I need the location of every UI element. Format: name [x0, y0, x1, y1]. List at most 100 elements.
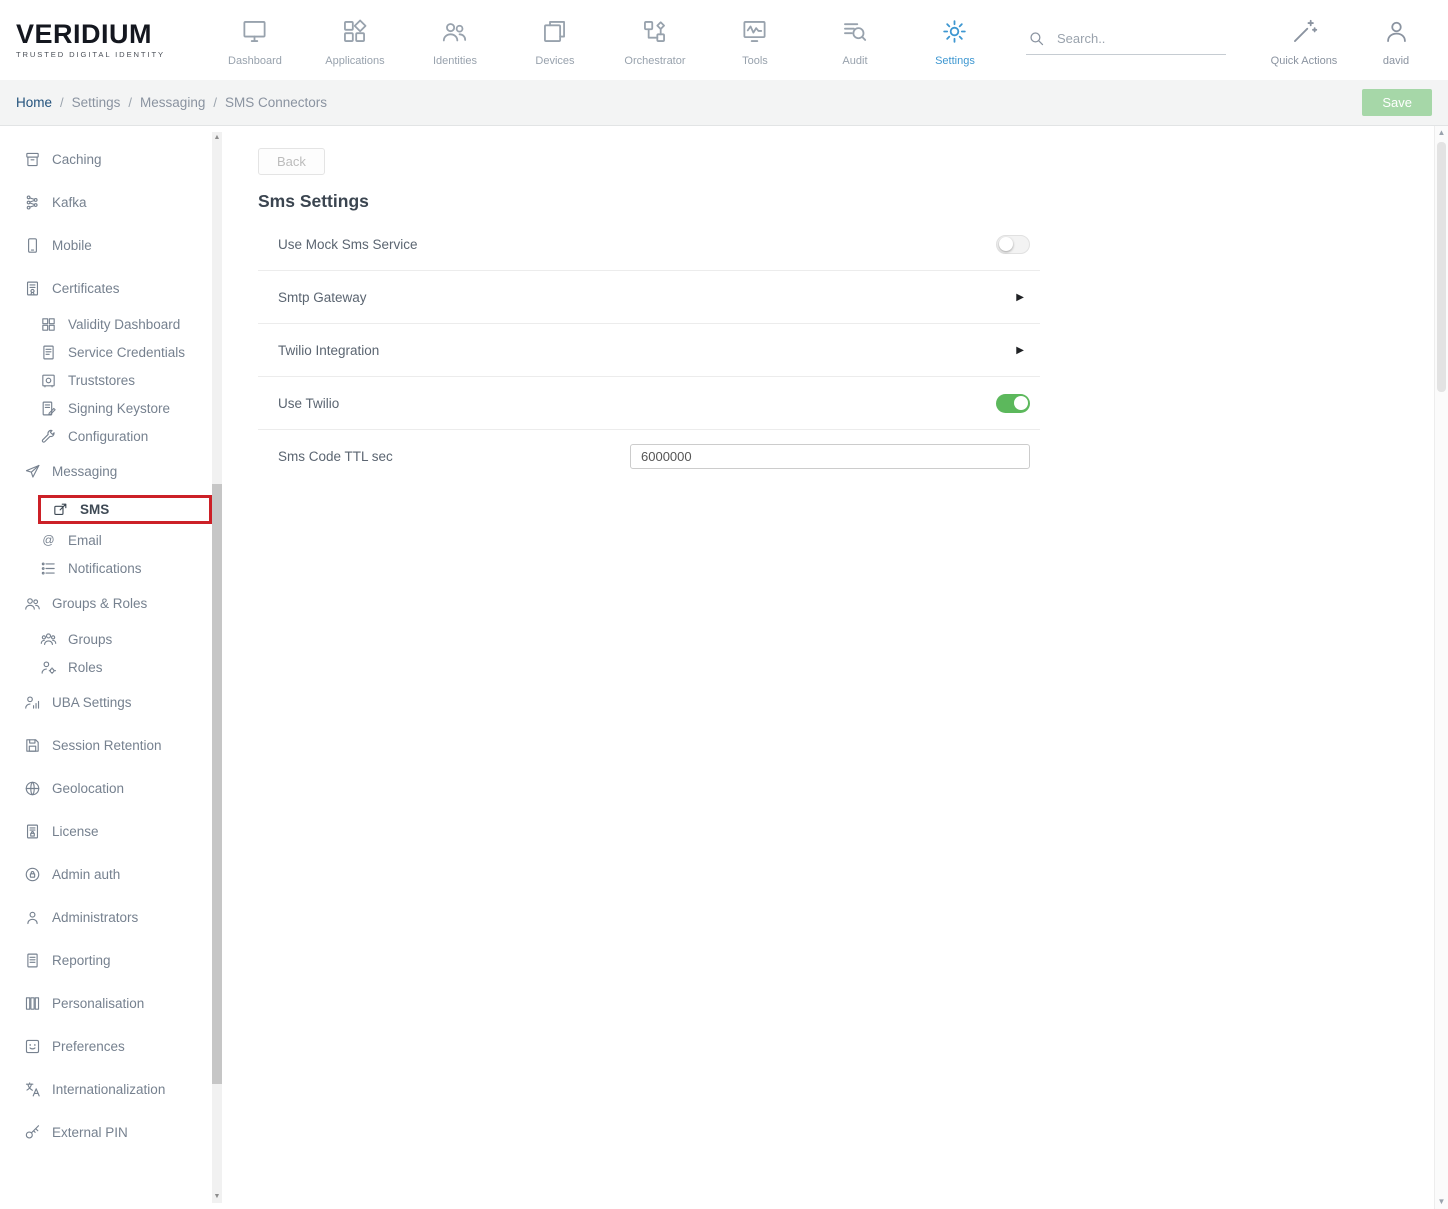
page-scroll-up-icon[interactable]: ▲ [1435, 127, 1448, 139]
scroll-up-icon[interactable]: ▲ [212, 133, 222, 143]
key-icon [24, 1124, 41, 1141]
setting-label: Use Mock Sms Service [278, 237, 996, 252]
setting-row-twilio-integration[interactable]: Twilio Integration▶ [258, 324, 1040, 377]
sidebar-item-license[interactable]: License [0, 810, 242, 853]
breadcrumb-separator: / [213, 95, 217, 110]
nav-item-label: Settings [905, 55, 1005, 67]
sidebar-item-personalisation[interactable]: Personalisation [0, 982, 242, 1025]
sidebar-item-label: Groups [68, 632, 112, 647]
page-body: ▲ ▼ Caching Kafka Mobile Certificates Validi… [0, 126, 1448, 1209]
breadcrumb-settings[interactable]: Settings [72, 95, 121, 110]
sidebar-item-uba-settings[interactable]: UBA Settings [0, 681, 242, 724]
toggle-knob [1014, 396, 1028, 410]
sidebar-item-sms[interactable]: SMS [38, 495, 212, 524]
sidebar-item-label: Kafka [52, 195, 87, 210]
nav-item-audit[interactable]: Audit [805, 14, 905, 67]
nav-item-label: Devices [505, 55, 605, 67]
at-icon [40, 532, 57, 549]
sidebar-item-session-retention[interactable]: Session Retention [0, 724, 242, 767]
sidebar: ▲ ▼ Caching Kafka Mobile Certificates Validi… [0, 126, 242, 1209]
nav-item-orchestrator[interactable]: Orchestrator [605, 14, 705, 67]
person-gear-icon [40, 659, 57, 676]
sidebar-item-external-pin[interactable]: External PIN [0, 1111, 242, 1154]
sidebar-scrollbar-thumb[interactable] [212, 484, 222, 1084]
sidebar-item-label: Groups & Roles [52, 596, 147, 611]
user-menu[interactable]: david [1360, 14, 1432, 67]
search-input[interactable] [1055, 30, 1235, 47]
search-box[interactable] [1026, 26, 1226, 55]
nav-item-settings[interactable]: Settings [905, 14, 1005, 67]
sidebar-item-internationalization[interactable]: Internationalization [0, 1068, 242, 1111]
paper-plane-icon [24, 463, 41, 480]
expand-arrow-icon[interactable]: ▶ [1016, 292, 1024, 303]
sidebar-item-label: External PIN [52, 1125, 128, 1140]
nav-item-tools[interactable]: Tools [705, 14, 805, 67]
nav-item-devices[interactable]: Devices [505, 14, 605, 67]
expand-arrow-icon[interactable]: ▶ [1016, 345, 1024, 356]
sidebar-item-messaging[interactable]: Messaging [0, 450, 242, 493]
sidebar-item-mobile[interactable]: Mobile [0, 224, 242, 267]
back-button[interactable]: Back [258, 148, 325, 175]
sidebar-item-label: Admin auth [52, 867, 120, 882]
page-scrollbar[interactable]: ▲ ▼ [1434, 126, 1448, 1209]
sidebar-item-roles[interactable]: Roles [0, 653, 242, 681]
nav-item-applications[interactable]: Applications [305, 14, 405, 67]
person-chart-icon [24, 694, 41, 711]
sidebar-item-notifications[interactable]: Notifications [0, 554, 242, 582]
sidebar-item-label: Validity Dashboard [68, 317, 180, 332]
page-scrollbar-thumb[interactable] [1437, 142, 1446, 392]
sidebar-item-configuration[interactable]: Configuration [0, 422, 242, 450]
main-content: Back Sms Settings Use Mock Sms ServiceSm… [242, 126, 1448, 1209]
document-icon [40, 344, 57, 361]
setting-row-smtp-gateway[interactable]: Smtp Gateway▶ [258, 271, 1040, 324]
breadcrumb-messaging[interactable]: Messaging [140, 95, 205, 110]
nav-item-identities[interactable]: Identities [405, 14, 505, 67]
breadcrumb-home[interactable]: Home [16, 95, 52, 110]
use-twilio-toggle[interactable] [996, 394, 1030, 413]
pulse-icon [741, 18, 768, 45]
gear-icon [941, 18, 968, 45]
nav-item-dashboard[interactable]: Dashboard [205, 14, 305, 67]
person-icon [24, 909, 41, 926]
language-icon [24, 1081, 41, 1098]
save-button[interactable]: Save [1362, 89, 1432, 116]
sidebar-item-label: Geolocation [52, 781, 124, 796]
sidebar-item-label: UBA Settings [52, 695, 132, 710]
sidebar-item-truststores[interactable]: Truststores [0, 366, 242, 394]
sidebar-item-caching[interactable]: Caching [0, 138, 242, 181]
audit-icon [841, 18, 868, 45]
sidebar-item-admin-auth[interactable]: Admin auth [0, 853, 242, 896]
sidebar-item-preferences[interactable]: Preferences [0, 1025, 242, 1068]
sidebar-scrollbar[interactable]: ▲ ▼ [212, 132, 222, 1203]
sidebar-item-service-credentials[interactable]: Service Credentials [0, 338, 242, 366]
sidebar-item-certificates[interactable]: Certificates [0, 267, 242, 310]
scroll-down-icon[interactable]: ▼ [212, 1192, 222, 1202]
app-window: VERIDIUM TRUSTED DIGITAL IDENTITY Dashbo… [0, 0, 1448, 1209]
sidebar-item-label: Configuration [68, 429, 148, 444]
quick-actions-label: Quick Actions [1248, 55, 1360, 67]
phone-icon [24, 237, 41, 254]
sms-code-ttl-sec-input[interactable] [630, 444, 1030, 469]
sidebar-item-geolocation[interactable]: Geolocation [0, 767, 242, 810]
sidebar-item-groups[interactable]: Groups [0, 625, 242, 653]
veridium-logo[interactable]: VERIDIUM TRUSTED DIGITAL IDENTITY [16, 21, 165, 59]
sidebar-item-label: Signing Keystore [68, 401, 170, 416]
sidebar-item-validity-dashboard[interactable]: Validity Dashboard [0, 310, 242, 338]
sidebar-item-label: Notifications [68, 561, 142, 576]
sidebar-item-email[interactable]: Email [0, 526, 242, 554]
sidebar-item-label: Caching [52, 152, 102, 167]
sidebar-item-kafka[interactable]: Kafka [0, 181, 242, 224]
safe-icon [40, 372, 57, 389]
quick-actions-button[interactable]: Quick Actions [1248, 14, 1360, 67]
sidebar-item-reporting[interactable]: Reporting [0, 939, 242, 982]
sidebar-item-administrators[interactable]: Administrators [0, 896, 242, 939]
devices-icon [541, 18, 568, 45]
use-mock-sms-service-toggle[interactable] [996, 235, 1030, 254]
brand-tagline: TRUSTED DIGITAL IDENTITY [16, 50, 165, 59]
sidebar-item-signing-keystore[interactable]: Signing Keystore [0, 394, 242, 422]
sidebar-item-groups-roles[interactable]: Groups & Roles [0, 582, 242, 625]
page-scroll-down-icon[interactable]: ▼ [1435, 1196, 1448, 1208]
people-icon [24, 595, 41, 612]
sidebar-item-label: Mobile [52, 238, 92, 253]
sidebar-item-label: Messaging [52, 464, 117, 479]
